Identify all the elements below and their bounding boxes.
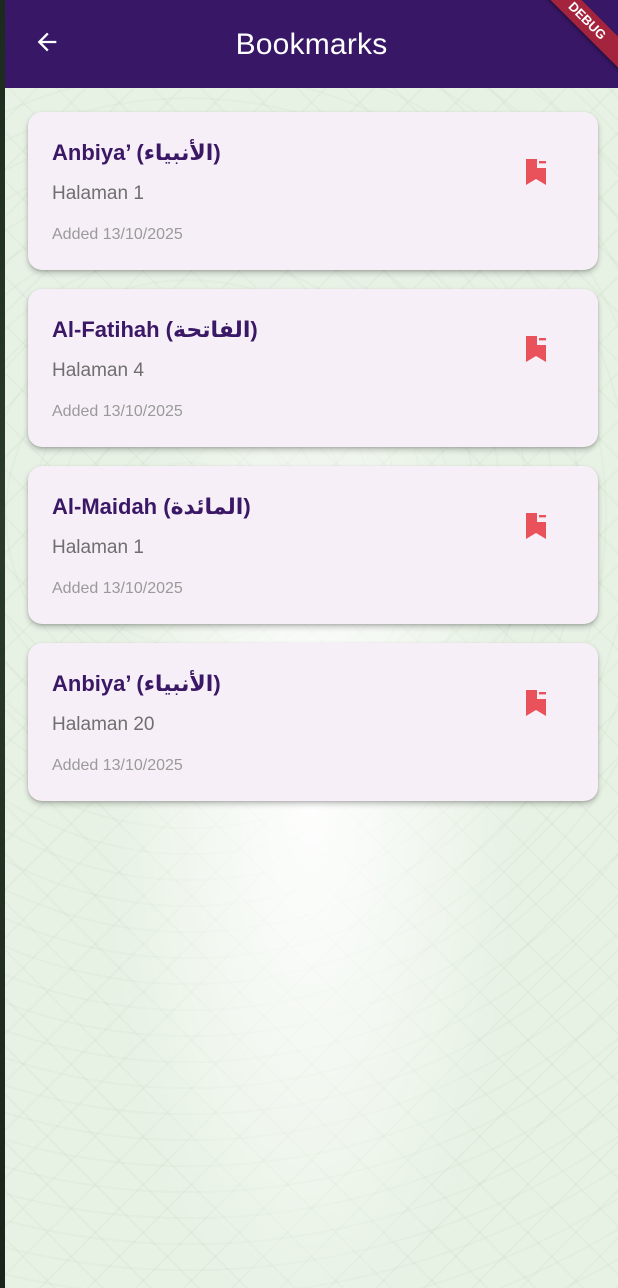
bookmark-surah-title: Al-Fatihah (الفاتحة): [52, 317, 258, 342]
page-title: Bookmarks: [235, 28, 388, 61]
bookmark-surah-title: Anbiya’ (الأنبياء): [52, 140, 221, 165]
bookmark-added-date: Added 13/10/2025: [52, 226, 183, 243]
back-button[interactable]: [25, 22, 69, 66]
bookmark-remove-icon: [524, 512, 550, 545]
bookmark-remove-icon: [524, 158, 550, 191]
bookmark-card[interactable]: Anbiya’ (الأنبياء) Halaman 1 Added 13/10…: [28, 112, 598, 270]
remove-bookmark-button[interactable]: [515, 152, 559, 196]
bookmark-surah-title: Anbiya’ (الأنبياء): [52, 671, 221, 696]
bookmark-card[interactable]: Anbiya’ (الأنبياء) Halaman 20 Added 13/1…: [28, 643, 598, 801]
bookmarks-screen: Bookmarks DEBUG Anbiya’ (الأنبياء) Halam…: [5, 0, 618, 1288]
bookmark-remove-icon: [524, 689, 550, 722]
arrow-left-icon: [33, 28, 61, 61]
app-bar: Bookmarks DEBUG: [5, 0, 618, 88]
bookmark-page-number: Halaman 1: [52, 537, 144, 558]
bookmark-surah-title: Al-Maidah (المائدة): [52, 494, 251, 519]
bookmark-card[interactable]: Al-Maidah (المائدة) Halaman 1 Added 13/1…: [28, 466, 598, 624]
bookmark-added-date: Added 13/10/2025: [52, 580, 183, 597]
remove-bookmark-button[interactable]: [515, 506, 559, 550]
bookmark-remove-icon: [524, 335, 550, 368]
remove-bookmark-button[interactable]: [515, 683, 559, 727]
bookmark-card[interactable]: Al-Fatihah (الفاتحة) Halaman 4 Added 13/…: [28, 289, 598, 447]
remove-bookmark-button[interactable]: [515, 329, 559, 373]
debug-banner: DEBUG: [533, 0, 618, 75]
bookmark-added-date: Added 13/10/2025: [52, 757, 183, 774]
bookmark-added-date: Added 13/10/2025: [52, 403, 183, 420]
bookmark-page-number: Halaman 4: [52, 360, 144, 381]
bookmark-list: Anbiya’ (الأنبياء) Halaman 1 Added 13/10…: [28, 112, 598, 820]
bookmark-page-number: Halaman 20: [52, 714, 155, 735]
bookmark-page-number: Halaman 1: [52, 183, 144, 204]
